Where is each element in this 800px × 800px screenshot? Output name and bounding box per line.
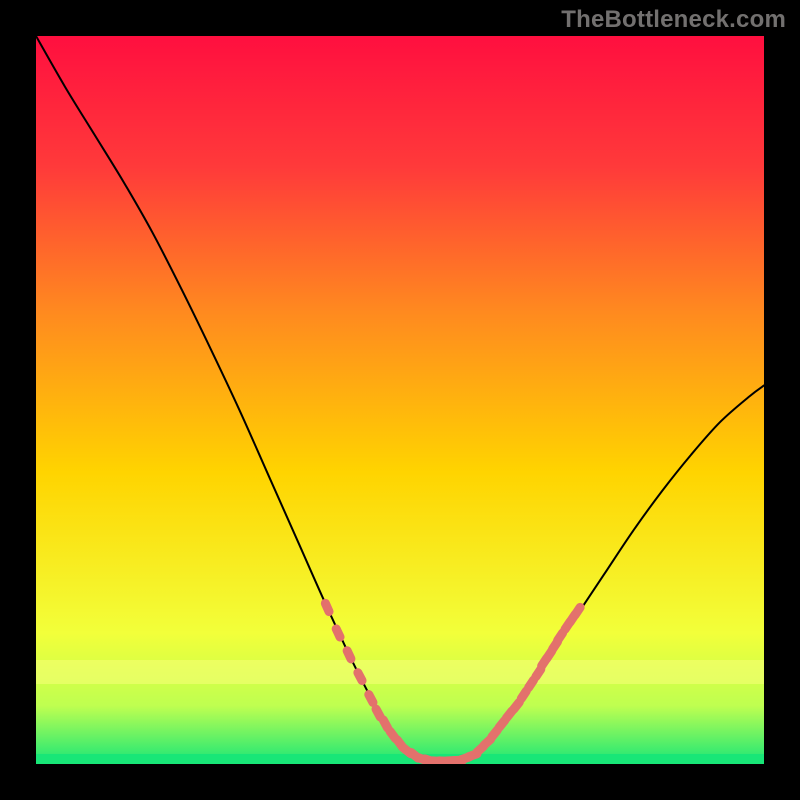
band-yellow [36,660,764,684]
chart-frame: TheBottleneck.com [0,0,800,800]
band-green [36,754,764,764]
gradient-background [36,36,764,764]
chart-svg [36,36,764,764]
watermark-label: TheBottleneck.com [561,6,786,34]
plot-area [36,36,764,764]
